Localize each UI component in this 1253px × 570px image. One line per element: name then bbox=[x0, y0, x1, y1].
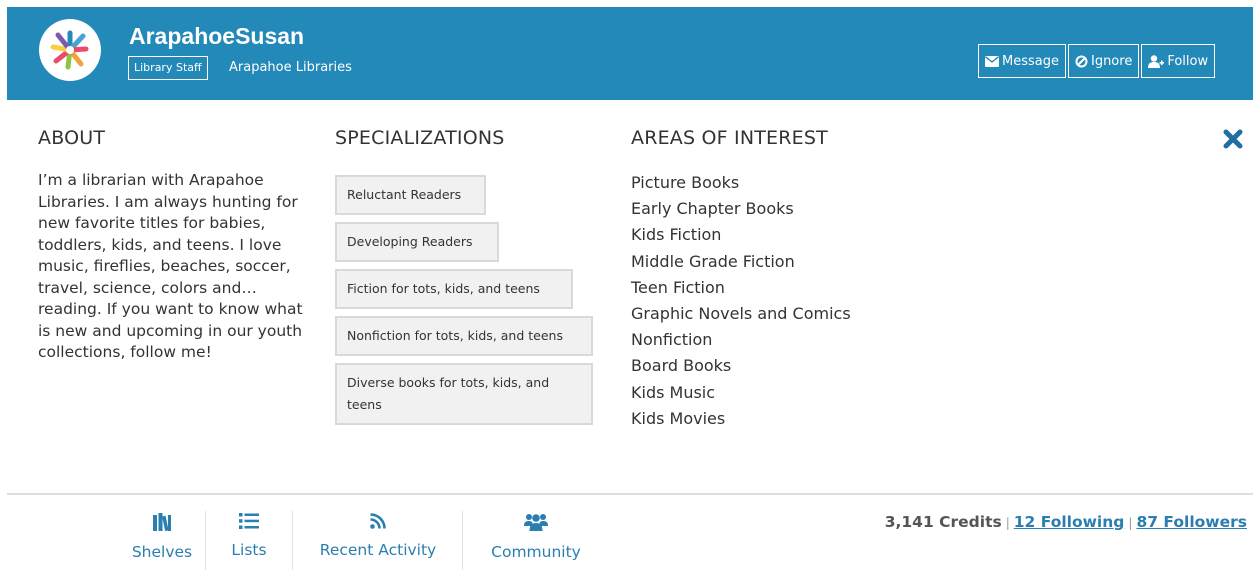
interest-item: Teen Fiction bbox=[631, 277, 725, 297]
specialization-tag[interactable]: Developing Readers bbox=[335, 222, 499, 262]
tab-lists-label: Lists bbox=[231, 541, 267, 559]
interest-item: Middle Grade Fiction bbox=[631, 251, 795, 271]
interest-item: Board Books bbox=[631, 356, 732, 376]
tab-recent-activity[interactable]: Recent Activity bbox=[305, 507, 451, 570]
ignore-label: Ignore bbox=[1090, 53, 1133, 69]
specialization-tag[interactable]: Nonfiction for tots, kids, and teens bbox=[335, 316, 593, 356]
library-name: Arapahoe Libraries bbox=[229, 60, 352, 75]
message-button[interactable]: Message bbox=[978, 44, 1066, 78]
about-title: ABOUT bbox=[38, 127, 106, 149]
envelope-icon bbox=[985, 55, 999, 67]
ban-icon bbox=[1075, 55, 1088, 67]
starburst-logo-icon bbox=[50, 30, 89, 70]
books-icon bbox=[153, 513, 171, 531]
tab-shelves[interactable]: Shelves bbox=[128, 507, 196, 570]
add-user-icon bbox=[1148, 54, 1165, 68]
interest-item: Kids Fiction bbox=[631, 225, 722, 245]
specializations-title: SPECIALIZATIONS bbox=[335, 127, 505, 149]
users-icon bbox=[524, 514, 548, 531]
interest-item: Kids Music bbox=[631, 382, 716, 402]
follow-label: Follow bbox=[1167, 53, 1209, 69]
specialization-tag[interactable]: Fiction for tots, kids, and teens bbox=[335, 269, 573, 309]
username: ArapahoeSusan bbox=[129, 23, 305, 49]
ignore-button[interactable]: Ignore bbox=[1067, 44, 1140, 78]
interests-list: Picture Books Early Chapter Books Kids F… bbox=[631, 170, 851, 432]
following-link[interactable]: 12 Following bbox=[1014, 513, 1125, 531]
interest-item: Kids Movies bbox=[631, 408, 726, 428]
avatar[interactable] bbox=[39, 19, 101, 81]
tab-community[interactable]: Community bbox=[478, 507, 594, 570]
list-icon bbox=[239, 513, 259, 529]
stats-separator: | bbox=[1005, 516, 1010, 530]
tab-divider bbox=[462, 511, 463, 570]
specialization-tag[interactable]: Diverse books for tots, kids, and teens bbox=[335, 363, 593, 425]
credits-count: 3,141 Credits bbox=[884, 513, 1002, 531]
tab-shelves-label: Shelves bbox=[131, 543, 193, 561]
interest-item: Nonfiction bbox=[631, 330, 713, 350]
tab-divider bbox=[292, 511, 293, 570]
interest-item: Graphic Novels and Comics bbox=[631, 304, 851, 324]
profile-header: ArapahoeSusan Library Staff Arapahoe Lib… bbox=[7, 7, 1253, 100]
specialization-tag[interactable]: Reluctant Readers bbox=[335, 175, 486, 215]
staff-badge: Library Staff bbox=[128, 56, 208, 80]
follow-button[interactable]: Follow bbox=[1141, 44, 1216, 78]
tab-divider bbox=[205, 511, 206, 570]
interests-title: AREAS OF INTEREST bbox=[631, 127, 828, 149]
close-icon bbox=[1223, 129, 1243, 149]
rss-icon bbox=[370, 513, 386, 529]
followers-link[interactable]: 87 Followers bbox=[1136, 513, 1247, 531]
divider bbox=[7, 493, 1253, 495]
stats-separator: | bbox=[1128, 516, 1133, 530]
specializations-list: Reluctant Readers Developing Readers Fic… bbox=[335, 175, 593, 432]
interest-item: Early Chapter Books bbox=[631, 199, 794, 219]
profile-actions: Message Ignore Follow bbox=[978, 44, 1217, 78]
tab-lists[interactable]: Lists bbox=[215, 507, 283, 570]
message-label: Message bbox=[1002, 53, 1059, 69]
tab-community-label: Community bbox=[491, 543, 581, 561]
interest-item: Picture Books bbox=[631, 173, 740, 192]
close-button[interactable] bbox=[1222, 128, 1244, 150]
tab-recent-activity-label: Recent Activity bbox=[319, 541, 437, 559]
about-text: I’m a librarian with Arapahoe Libraries.… bbox=[38, 171, 303, 361]
profile-stats: 3,141 Credits | 12 Following | 87 Followers bbox=[885, 513, 1247, 531]
